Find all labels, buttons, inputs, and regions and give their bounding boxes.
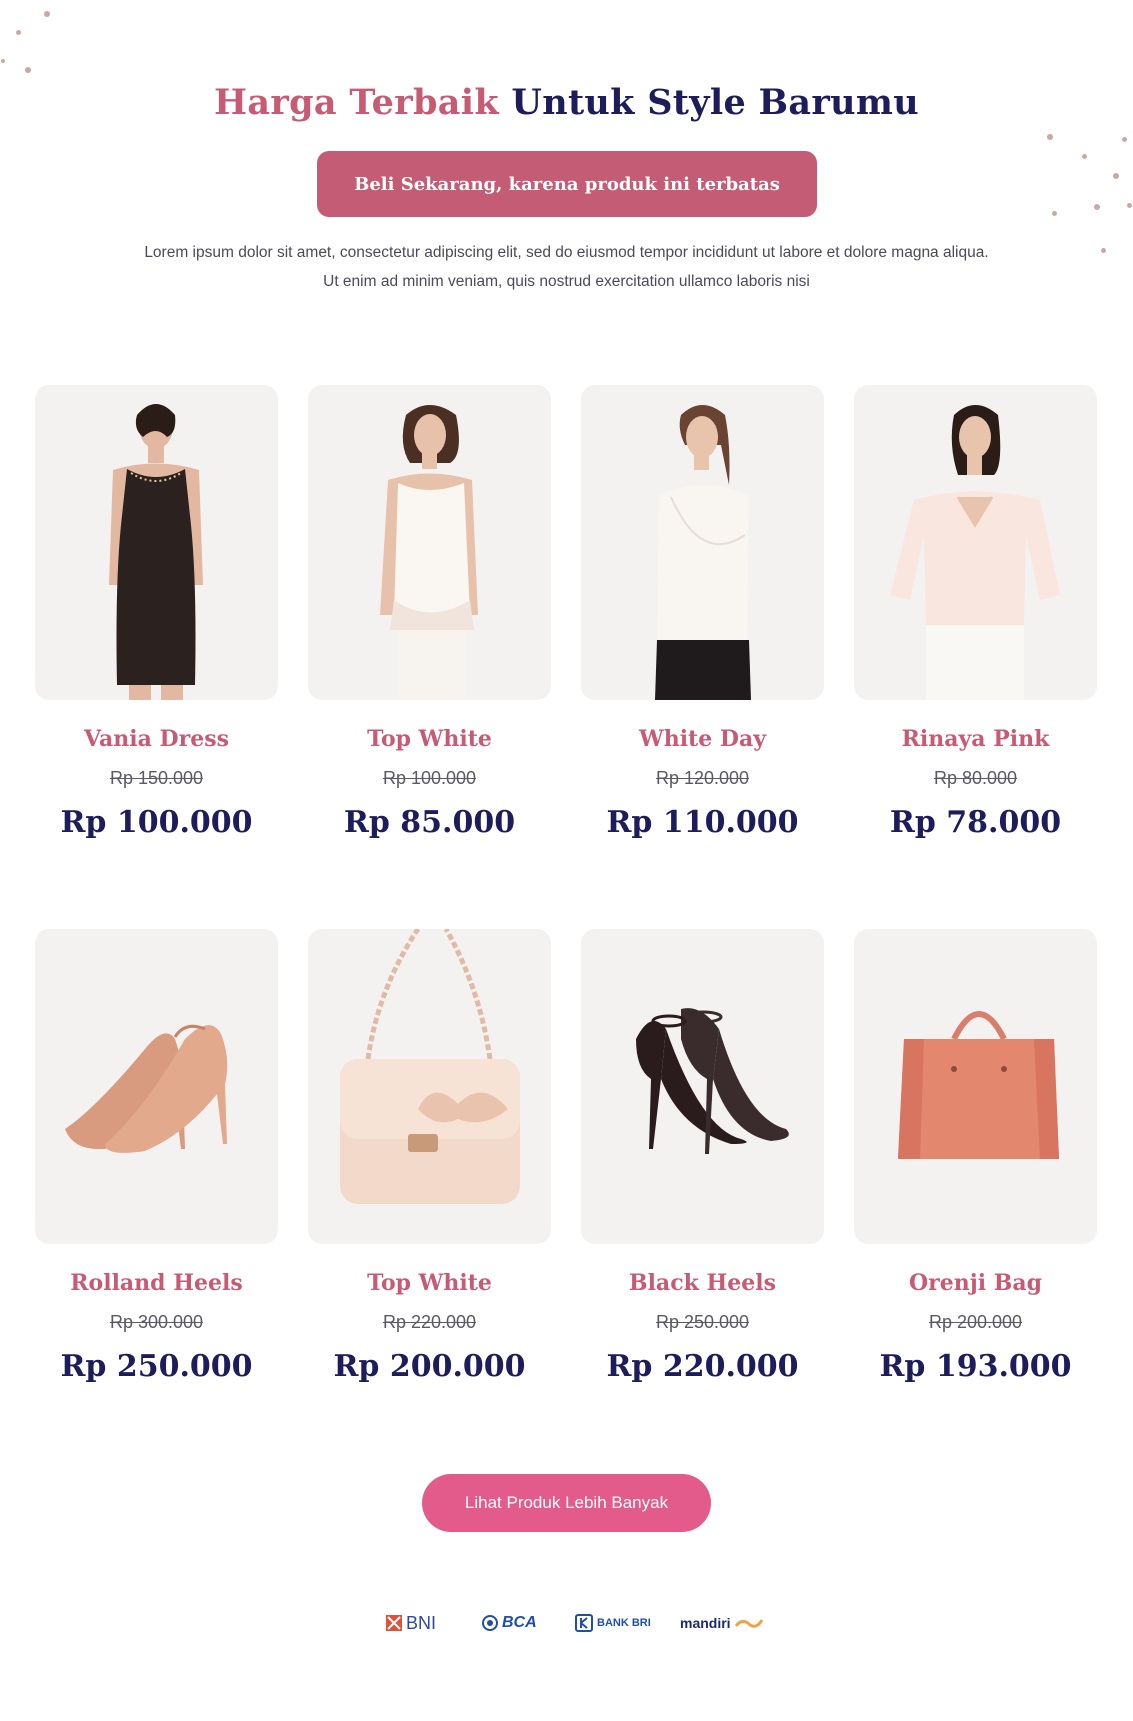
bni-icon: [386, 1615, 402, 1631]
product-name[interactable]: Orenji Bag: [854, 1270, 1097, 1296]
bank-label-bri: BANK BRI: [597, 1617, 651, 1629]
page-title: Harga Terbaik Untuk Style Barumu: [0, 82, 1133, 124]
bri-icon: [575, 1614, 593, 1632]
bri-logo: BANK BRI: [575, 1608, 651, 1638]
product-name[interactable]: Rolland Heels: [35, 1270, 278, 1296]
product-card[interactable]: Black Heels Rp 250.000 Rp 220.000: [581, 929, 824, 1384]
product-old-price: Rp 200.000: [928, 1312, 1023, 1332]
title-highlight: Harga Terbaik: [214, 82, 499, 123]
product-old-price: Rp 100.000: [382, 768, 477, 788]
buy-now-button[interactable]: Beli Sekarang, karena produk ini terbata…: [317, 151, 817, 217]
product-image-pink-blouse[interactable]: [854, 385, 1097, 700]
product-old-price: Rp 250.000: [655, 1312, 750, 1332]
product-card[interactable]: Vania Dress Rp 150.000 Rp 100.000: [35, 385, 278, 840]
intro-paragraph: Lorem ipsum dolor sit amet, consectetur …: [144, 244, 989, 290]
product-old-price: Rp 80.000: [933, 768, 1018, 788]
bank-logos: BNI BCA BANK BRI mandiri: [380, 1608, 763, 1638]
product-card[interactable]: Top White Rp 100.000 Rp 85.000: [308, 385, 551, 840]
product-card[interactable]: Rolland Heels Rp 300.000 Rp 250.000: [35, 929, 278, 1384]
bank-label-bca: BCA: [502, 1614, 537, 1631]
product-image-lace-bag[interactable]: [308, 929, 551, 1244]
product-image-black-dress[interactable]: [35, 385, 278, 700]
product-image-nude-heels[interactable]: [35, 929, 278, 1244]
product-price: Rp 200.000: [333, 1349, 526, 1384]
product-card[interactable]: Top White Rp 220.000 Rp 200.000: [308, 929, 551, 1384]
product-price: Rp 85.000: [343, 805, 516, 840]
product-old-price: Rp 300.000: [109, 1312, 204, 1332]
product-price: Rp 250.000: [60, 1349, 253, 1384]
product-price: Rp 100.000: [60, 805, 253, 840]
mandiri-logo: mandiri: [680, 1608, 763, 1638]
product-name[interactable]: White Day: [581, 726, 824, 752]
product-card[interactable]: Rinaya Pink Rp 80.000 Rp 78.000: [854, 385, 1097, 840]
more-products-button[interactable]: Lihat Produk Lebih Banyak: [422, 1474, 711, 1532]
product-name[interactable]: Top White: [308, 1270, 551, 1296]
bni-logo: BNI: [386, 1608, 436, 1638]
product-name[interactable]: Rinaya Pink: [854, 726, 1097, 752]
product-image-white-top[interactable]: [308, 385, 551, 700]
bank-label-bni: BNI: [406, 1612, 437, 1633]
product-old-price: Rp 220.000: [382, 1312, 477, 1332]
product-image-black-heels[interactable]: [581, 929, 824, 1244]
title-rest: Untuk Style Barumu: [511, 82, 919, 123]
product-name[interactable]: Vania Dress: [35, 726, 278, 752]
product-price: Rp 110.000: [606, 805, 799, 840]
product-price: Rp 78.000: [889, 805, 1062, 840]
mandiri-wave-icon: [734, 1619, 763, 1628]
product-price: Rp 193.000: [879, 1349, 1072, 1384]
product-card[interactable]: Orenji Bag Rp 200.000 Rp 193.000: [854, 929, 1097, 1384]
product-old-price: Rp 150.000: [109, 768, 204, 788]
product-name[interactable]: Black Heels: [581, 1270, 824, 1296]
product-name[interactable]: Top White: [308, 726, 551, 752]
bca-icon: [482, 1615, 498, 1631]
product-old-price: Rp 120.000: [655, 768, 750, 788]
product-image-white-wrap-top[interactable]: [581, 385, 824, 700]
product-price: Rp 220.000: [606, 1349, 799, 1384]
bank-label-mandiri: mandiri: [680, 1615, 731, 1631]
product-card[interactable]: White Day Rp 120.000 Rp 110.000: [581, 385, 824, 840]
product-image-orange-tote[interactable]: [854, 929, 1097, 1244]
bca-logo: BCA: [482, 1608, 537, 1638]
